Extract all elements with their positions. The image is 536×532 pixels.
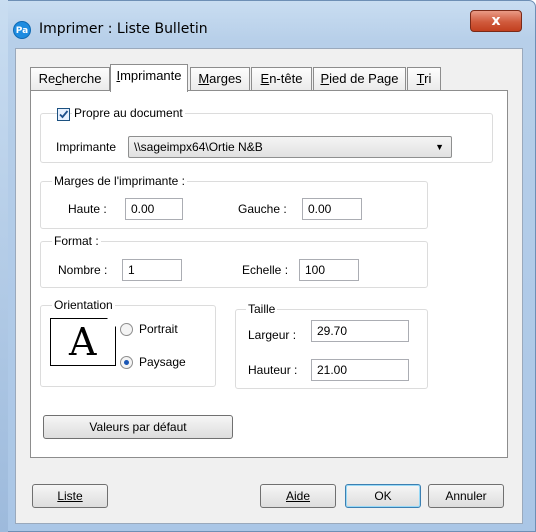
scale-value: 100 (305, 263, 326, 277)
tab-pied-de-page[interactable]: Pied de Page (313, 67, 406, 91)
page-orientation-preview: A (50, 318, 116, 366)
width-value: 29.70 (317, 324, 348, 338)
count-input[interactable]: 1 (122, 259, 182, 281)
portrait-radio[interactable] (120, 323, 133, 336)
height-input[interactable]: 21.00 (311, 359, 409, 381)
close-icon: x (491, 13, 501, 29)
margins-legend: Marges de l'imprimante : (52, 174, 188, 188)
tab-en-tete[interactable]: En-tête (251, 67, 312, 91)
tab-tri[interactable]: Tri (407, 67, 441, 91)
left-margin-input[interactable]: 0.00 (302, 198, 362, 220)
list-button-label: Liste (57, 489, 83, 503)
left-margin-value: 0.00 (308, 202, 332, 216)
ok-button[interactable]: OK (345, 484, 421, 508)
app-icon: Pa (13, 21, 31, 39)
tab-recherche[interactable]: Recherche (30, 67, 110, 91)
orientation-legend: Orientation (52, 298, 115, 312)
format-legend: Format : (52, 234, 101, 248)
tab-label: Marges (198, 71, 242, 86)
portrait-label: Portrait (139, 322, 178, 336)
printer-value: \\sageimpx64\Ortie N&B (134, 140, 263, 154)
height-label: Hauteur : (248, 363, 298, 377)
own-document-checkbox[interactable] (57, 108, 70, 121)
count-label: Nombre : (58, 263, 108, 277)
tab-marges[interactable]: Marges (190, 67, 250, 91)
window-title: Imprimer : Liste Bulletin (39, 21, 208, 37)
scale-label: Echelle : (242, 263, 289, 277)
window-left-edge (0, 0, 8, 532)
page-letter-icon: A (69, 320, 97, 364)
tab-label: Imprimante (116, 68, 182, 83)
ok-button-label: OK (374, 489, 392, 503)
tab-label: Tri (416, 71, 432, 86)
close-button[interactable]: x (470, 10, 522, 32)
list-button[interactable]: Liste (32, 484, 108, 508)
width-label: Largeur : (248, 328, 297, 342)
count-value: 1 (128, 263, 135, 277)
left-margin-label: Gauche : (238, 202, 287, 216)
chevron-down-icon: ▼ (435, 142, 444, 152)
default-values-button[interactable]: Valeurs par défaut (43, 415, 233, 439)
landscape-label: Paysage (139, 355, 186, 369)
height-value: 21.00 (317, 363, 348, 377)
top-margin-input[interactable]: 0.00 (125, 198, 183, 220)
tab-label: Pied de Page (320, 71, 399, 86)
page-corner-icon (107, 318, 116, 327)
help-button[interactable]: Aide (260, 484, 336, 508)
own-document-label: Propre au document (72, 106, 185, 120)
top-margin-value: 0.00 (131, 202, 155, 216)
printer-label: Imprimante (56, 140, 117, 154)
scale-input[interactable]: 100 (299, 259, 359, 281)
width-input[interactable]: 29.70 (311, 320, 409, 342)
checkmark-icon (59, 110, 69, 119)
cancel-button-label: Annuler (445, 489, 487, 503)
default-values-label: Valeurs par défaut (89, 420, 187, 434)
printer-select[interactable]: \\sageimpx64\Ortie N&B ▼ (128, 136, 452, 158)
cancel-button[interactable]: Annuler (428, 484, 504, 508)
help-button-label: Aide (285, 489, 311, 503)
tab-label: En-tête (260, 71, 303, 86)
top-margin-label: Haute : (68, 202, 107, 216)
tab-imprimante[interactable]: Imprimante (110, 64, 188, 92)
landscape-radio[interactable] (120, 356, 133, 369)
size-legend: Taille (246, 302, 278, 316)
tab-label: Recherche (38, 71, 102, 86)
